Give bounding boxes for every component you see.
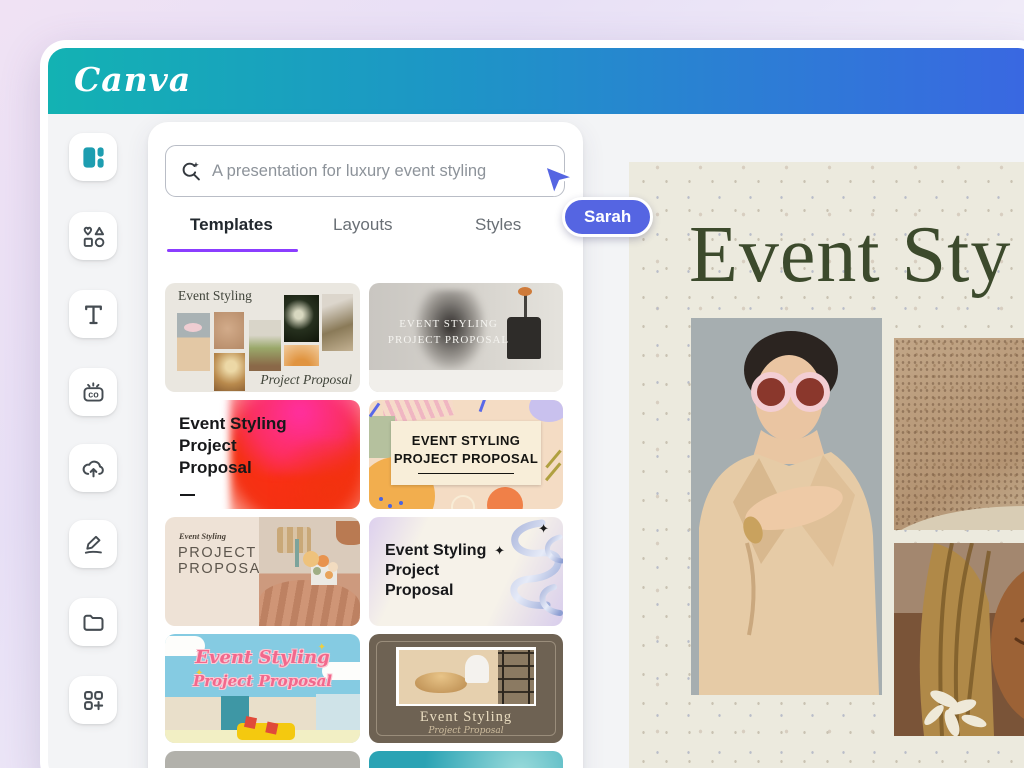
- decor-shape: [379, 497, 383, 501]
- canvas-page[interactable]: Event Sty: [629, 162, 1024, 768]
- collage-photo: [249, 320, 281, 371]
- decor-vase: [524, 293, 527, 319]
- tab-layouts[interactable]: Layouts: [333, 215, 393, 235]
- decor-underline: [418, 473, 514, 474]
- sidebar-item-text[interactable]: [69, 290, 117, 338]
- projects-icon: [80, 609, 107, 636]
- template-title: Event Styling Project Proposal: [385, 541, 497, 601]
- tab-templates[interactable]: Templates: [190, 215, 273, 235]
- template-thumb-collage[interactable]: Event Styling Project Proposal: [165, 283, 360, 392]
- template-thumb-brown-photo[interactable]: Event Styling Project Proposal: [369, 634, 563, 743]
- decor-wall: [316, 694, 360, 730]
- tab-styles[interactable]: Styles: [475, 215, 521, 235]
- template-thumb-abstract-shapes[interactable]: EVENT STYLING PROJECT PROPOSAL: [369, 400, 563, 509]
- template-title: Event Styling Project Proposal: [179, 413, 309, 478]
- collage-photo: [284, 345, 319, 366]
- decor-dash: [180, 494, 195, 497]
- app-header: Canva: [48, 48, 1024, 114]
- uploads-icon: [80, 455, 107, 482]
- text-icon: [80, 301, 107, 328]
- templates-panel: Templates Layouts Styles Event Styling P…: [148, 122, 583, 768]
- collage-photo: [214, 353, 245, 391]
- decor-shape: [487, 487, 523, 509]
- sidebar-item-draw[interactable]: [69, 520, 117, 568]
- search-bar: [165, 145, 565, 197]
- design-icon: [80, 144, 107, 171]
- ai-search-icon: [178, 158, 204, 184]
- template-title: Event Styling: [178, 288, 252, 304]
- collage-photo: [322, 294, 353, 351]
- sidebar-item-elements[interactable]: [69, 212, 117, 260]
- decor-photo: [396, 647, 536, 706]
- template-thumb-gray[interactable]: [165, 751, 360, 768]
- template-grid: Event Styling Project Proposal EVENT STY…: [165, 283, 563, 768]
- elements-icon: [80, 223, 107, 250]
- canva-editor: Canva c: [48, 48, 1024, 768]
- template-title: EVENT STYLING PROJECT PROPOSAL: [385, 316, 513, 349]
- decor-photo: [259, 517, 360, 626]
- sidebar-item-apps[interactable]: [69, 676, 117, 724]
- decor-shape: [451, 495, 475, 509]
- slide-title[interactable]: Event Sty: [689, 210, 1011, 301]
- brand-icon: co: [80, 379, 107, 406]
- apps-icon: [80, 687, 107, 714]
- decor-shape: [529, 400, 563, 422]
- template-eyebrow: Event Styling: [179, 531, 226, 541]
- sidebar-item-uploads[interactable]: [69, 444, 117, 492]
- template-thumb-elegant-photo[interactable]: Event Styling PROJECT PROPOSAL: [165, 517, 360, 626]
- decor-shape: [479, 400, 487, 412]
- app-window: Canva c: [40, 40, 1024, 768]
- sidebar-item-projects[interactable]: [69, 598, 117, 646]
- template-thumb-photo-serif[interactable]: EVENT STYLING PROJECT PROPOSAL: [369, 283, 563, 392]
- search-input[interactable]: [165, 145, 565, 197]
- active-tab-indicator: [167, 249, 298, 252]
- sidebar-item-design[interactable]: [69, 133, 117, 181]
- sidebar-item-brand[interactable]: co: [69, 368, 117, 416]
- canva-logo[interactable]: Canva: [74, 60, 191, 99]
- photo-sand-texture[interactable]: [894, 338, 1024, 530]
- template-subtitle: Project Proposal: [260, 372, 352, 388]
- photo-woman-pink-sunglasses[interactable]: [691, 318, 882, 695]
- collage-photo: [284, 295, 319, 342]
- collaborator-cursor-icon: [542, 164, 578, 198]
- sparkle-icon: ✦: [538, 521, 549, 537]
- collage-photo: [177, 313, 210, 371]
- decor-couch: [237, 723, 295, 740]
- collage-photo: [214, 312, 244, 349]
- collaborator-label: Sarah: [562, 197, 653, 237]
- svg-text:co: co: [88, 389, 99, 399]
- template-thumb-retro-cartoon[interactable]: ✦ ✦ Event Styling Project Proposal: [165, 634, 360, 743]
- decor-shape: [545, 450, 561, 469]
- template-thumb-teal[interactable]: [369, 751, 563, 768]
- template-thumb-pink-gradient[interactable]: Event Styling Project Proposal: [165, 400, 360, 509]
- photo-woman-flowers[interactable]: [894, 543, 1024, 736]
- template-thumb-chrome-swirl[interactable]: ✦ ✦ Event Styling Project Proposal: [369, 517, 563, 626]
- title-box: EVENT STYLING PROJECT PROPOSAL: [391, 421, 541, 485]
- draw-icon: [80, 531, 107, 558]
